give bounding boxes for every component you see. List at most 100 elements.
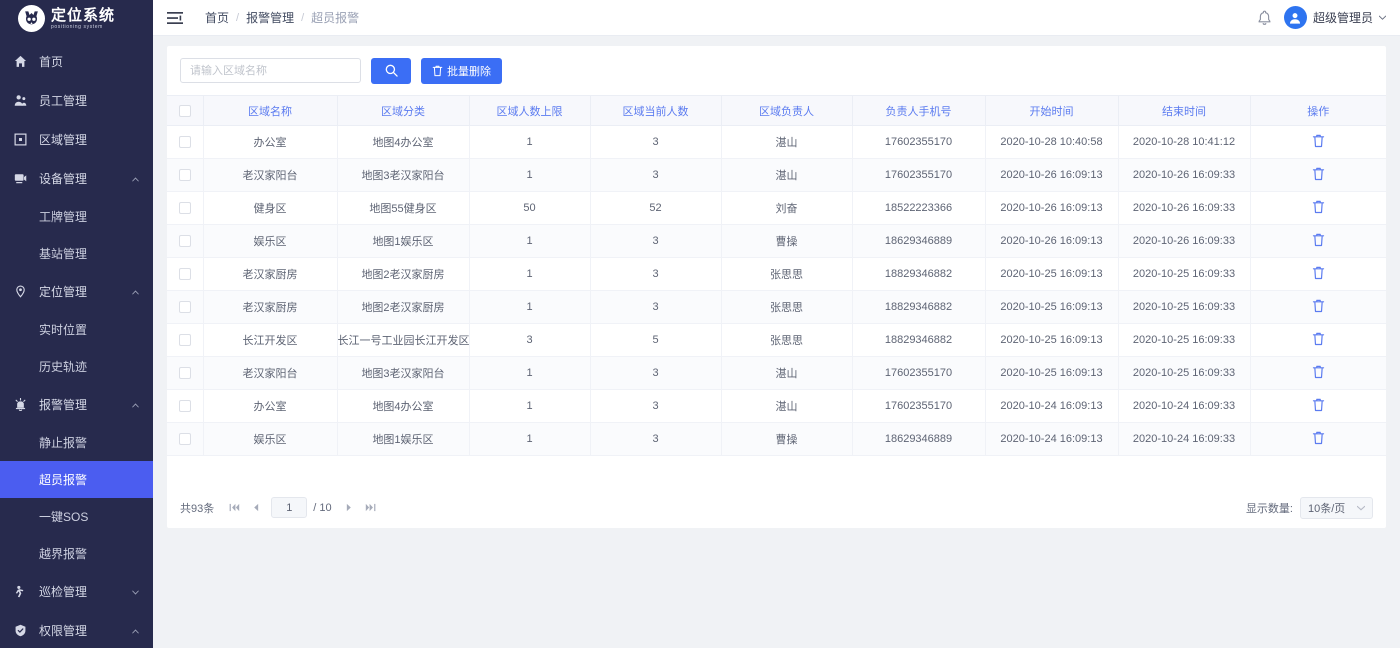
row-delete-button[interactable] — [1310, 232, 1326, 248]
page-next-icon[interactable] — [341, 499, 357, 517]
column-header-manager[interactable]: 区域负责人 — [721, 95, 853, 126]
sidebar-subitem-12[interactable]: 一键SOS — [0, 498, 153, 535]
row-checkbox[interactable] — [178, 367, 191, 380]
hamburger-icon[interactable] — [167, 11, 183, 25]
table-row[interactable]: 办公室 地图4办公室 1 3 湛山 17602355170 2020-10-24 16:09… — [167, 389, 1386, 423]
sidebar-subitem-10[interactable]: 静止报警 — [0, 424, 153, 461]
table-row[interactable]: 老汉家阳台 地图3老汉家阳台 1 3 湛山 17602355170 2020-10-25 1… — [167, 356, 1386, 390]
search-button[interactable] — [371, 57, 411, 84]
column-header-category[interactable]: 区域分类 — [337, 95, 470, 126]
table-row[interactable]: 娱乐区 地图1娱乐区 1 3 曹操 18629346889 2020-10-24 16:09… — [167, 422, 1386, 456]
sidebar-item-1[interactable]: 员工管理 — [0, 81, 153, 120]
cell-start: 2020-10-25 16:09:13 — [985, 290, 1119, 324]
row-delete-button[interactable] — [1310, 199, 1326, 215]
table-row[interactable]: 办公室 地图4办公室 1 3 湛山 17602355170 2020-10-28 10:40… — [167, 125, 1386, 159]
row-checkbox[interactable] — [178, 136, 191, 149]
inspection-icon — [14, 584, 34, 600]
page-size-select[interactable]: 10条/页 — [1300, 496, 1373, 519]
chevron-up-icon[interactable] — [132, 176, 139, 183]
cell-start: 2020-10-25 16:09:13 — [985, 356, 1119, 390]
cell-end: 2020-10-26 16:09:33 — [1118, 224, 1251, 258]
cell-name: 老汉家厨房 — [203, 257, 338, 291]
table-row[interactable]: 老汉家厨房 地图2老汉家厨房 1 3 张思思 18829346882 2020-10-25 … — [167, 257, 1386, 291]
table-row[interactable]: 健身区 地图55健身区 50 52 刘奋 18522223366 2020-10-26 16… — [167, 191, 1386, 225]
column-header-start[interactable]: 开始时间 — [985, 95, 1119, 126]
row-checkbox[interactable] — [178, 334, 191, 347]
chevron-up-icon[interactable] — [132, 628, 139, 635]
sidebar-item-2[interactable]: 区域管理 — [0, 120, 153, 159]
column-header-limit[interactable]: 区域人数上限 — [469, 95, 591, 126]
sidebar-item-6[interactable]: 定位管理 — [0, 272, 153, 311]
sidebar-subitem-7[interactable]: 实时位置 — [0, 311, 153, 348]
row-delete-button[interactable] — [1310, 265, 1326, 281]
cell-end: 2020-10-25 16:09:33 — [1118, 323, 1251, 357]
user-menu[interactable]: 超级管理员 — [1283, 6, 1386, 29]
shield-icon — [14, 623, 34, 639]
sidebar-subitem-4[interactable]: 工牌管理 — [0, 198, 153, 235]
cell-phone: 17602355170 — [852, 125, 986, 159]
page-first-icon[interactable] — [226, 499, 242, 517]
table-row[interactable]: 娱乐区 地图1娱乐区 1 3 曹操 18629346889 2020-10-26 16:09… — [167, 224, 1386, 258]
row-checkbox[interactable] — [178, 400, 191, 413]
row-checkbox[interactable] — [178, 169, 191, 182]
sidebar-item-0[interactable]: 首页 — [0, 42, 153, 81]
sidebar-subitem-8[interactable]: 历史轨迹 — [0, 348, 153, 385]
cell-current: 3 — [590, 158, 722, 192]
row-delete-button[interactable] — [1310, 364, 1326, 380]
row-checkbox[interactable] — [178, 301, 191, 314]
cell-current: 3 — [590, 356, 722, 390]
row-checkbox[interactable] — [178, 202, 191, 215]
cell-start: 2020-10-26 16:09:13 — [985, 191, 1119, 225]
row-checkbox[interactable] — [178, 235, 191, 248]
sidebar-subitem-11[interactable]: 超员报警 — [0, 461, 153, 498]
chevron-up-icon[interactable] — [132, 402, 139, 409]
breadcrumb-item-alarm-management[interactable]: 报警管理 — [246, 9, 294, 26]
row-delete-button[interactable] — [1310, 298, 1326, 314]
row-delete-button[interactable] — [1310, 133, 1326, 149]
row-delete-button[interactable] — [1310, 331, 1326, 347]
chevron-down-icon — [1357, 505, 1365, 511]
data-panel: 批量删除 — [167, 46, 1386, 528]
search-input[interactable] — [180, 58, 361, 83]
row-checkbox[interactable] — [178, 433, 191, 446]
brand-title: 定位系统 — [51, 6, 116, 24]
cell-name: 办公室 — [203, 389, 338, 423]
brand-logo[interactable]: 定位系统 positioning system — [0, 0, 153, 36]
cell-category: 地图1娱乐区 — [337, 224, 470, 258]
cell-action — [1250, 257, 1386, 291]
row-checkbox[interactable] — [178, 268, 191, 281]
bulk-delete-label: 批量删除 — [447, 65, 491, 78]
sidebar-menu: 首页 员工管理 区域管理 设备管理 工牌管理 基站管理 定位管理 实时位置 历史轨迹 报警管理 静止… — [0, 36, 153, 648]
sidebar-item-3[interactable]: 设备管理 — [0, 159, 153, 198]
column-header-phone[interactable]: 负责人手机号 — [852, 95, 986, 126]
breadcrumb-item-home[interactable]: 首页 — [205, 9, 229, 26]
bulk-delete-button[interactable]: 批量删除 — [421, 57, 502, 84]
page-prev-icon[interactable] — [248, 499, 264, 517]
cell-name: 老汉家厨房 — [203, 290, 338, 324]
location-pin-icon — [14, 284, 34, 300]
cell-manager: 湛山 — [721, 125, 853, 159]
row-delete-button[interactable] — [1310, 397, 1326, 413]
sidebar-item-14[interactable]: 巡检管理 — [0, 572, 153, 611]
breadcrumb-separator: / — [301, 11, 305, 24]
row-delete-button[interactable] — [1310, 166, 1326, 182]
table-row[interactable]: 老汉家阳台 地图3老汉家阳台 1 3 湛山 17602355170 2020-10-26 1… — [167, 158, 1386, 192]
table-row[interactable]: 老汉家厨房 地图2老汉家厨房 1 3 张思思 18829346882 2020-10-25 … — [167, 290, 1386, 324]
bell-icon[interactable] — [1257, 10, 1272, 26]
sidebar-subitem-13[interactable]: 越界报警 — [0, 535, 153, 572]
sidebar-subitem-5[interactable]: 基站管理 — [0, 235, 153, 272]
chevron-down-icon[interactable] — [132, 589, 139, 596]
chevron-up-icon[interactable] — [132, 289, 139, 296]
column-header-current[interactable]: 区域当前人数 — [590, 95, 722, 126]
row-delete-button[interactable] — [1310, 430, 1326, 446]
column-header-end[interactable]: 结束时间 — [1118, 95, 1251, 126]
select-all-checkbox[interactable] — [178, 104, 191, 117]
page-number-input[interactable] — [271, 497, 308, 518]
sidebar-item-9[interactable]: 报警管理 — [0, 385, 153, 424]
cell-action — [1250, 323, 1386, 357]
table-row[interactable]: 长江开发区 长江一号工业园长江开发区 3 5 张思思 18829346882 2020-10… — [167, 323, 1386, 357]
page-last-icon[interactable] — [363, 499, 379, 517]
table-container: 区域名称 区域分类 区域人数上限 区域当前人数 区域负责人 负责人手机号 开始时… — [167, 95, 1386, 487]
sidebar-item-15[interactable]: 权限管理 — [0, 611, 153, 648]
column-header-name[interactable]: 区域名称 — [203, 95, 338, 126]
